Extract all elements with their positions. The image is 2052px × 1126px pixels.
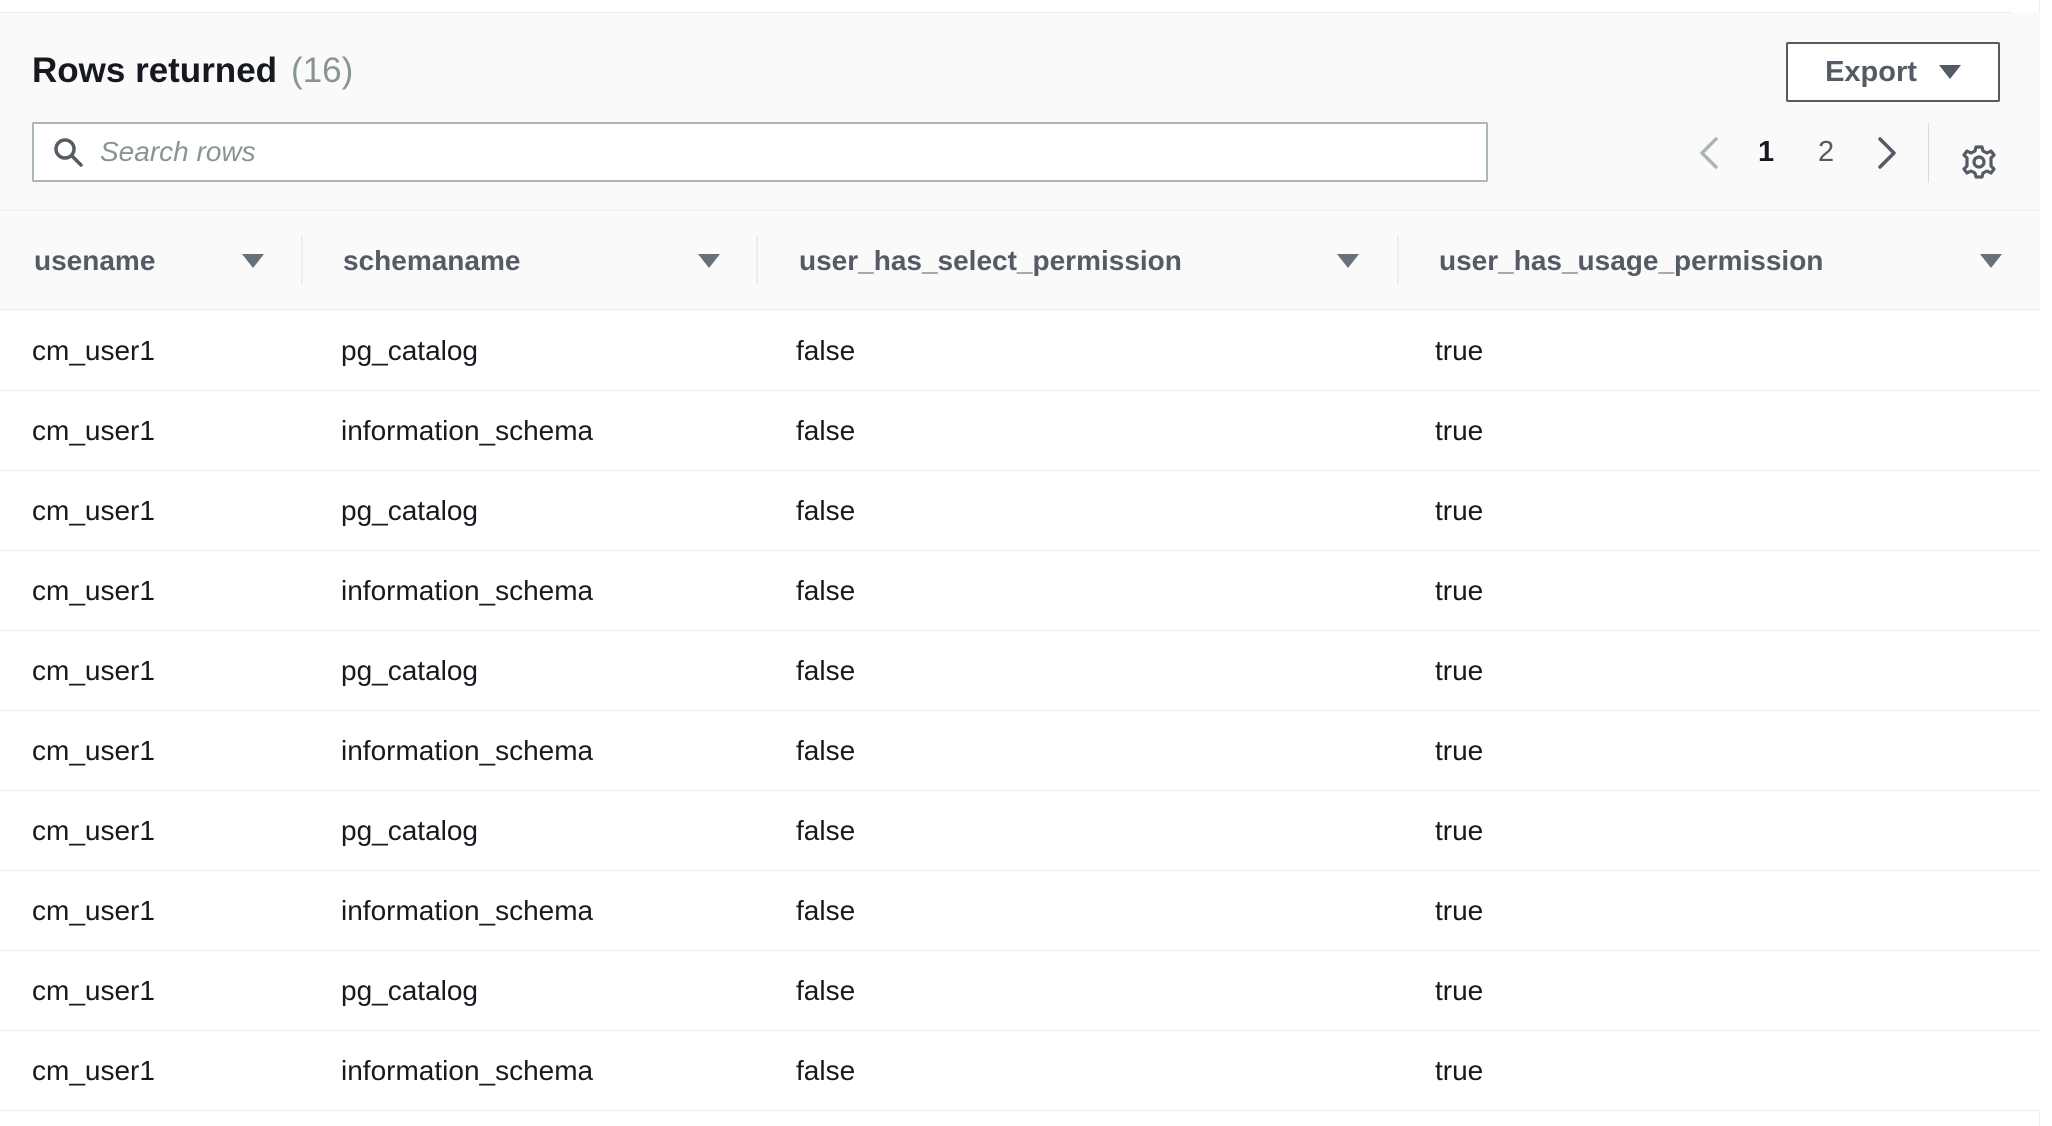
cell-usename: cm_user1 bbox=[32, 1055, 155, 1086]
page-1-button[interactable]: 1 bbox=[1758, 136, 1774, 184]
table-row[interactable]: cm_user1 information_schema false true bbox=[0, 551, 2040, 631]
column-label: user_has_usage_permission bbox=[1439, 245, 1824, 276]
export-button[interactable]: Export bbox=[1786, 42, 2000, 102]
cell-select-permission: false bbox=[796, 895, 856, 926]
column-separator[interactable] bbox=[1397, 236, 1399, 284]
cell-usage-permission: true bbox=[1435, 575, 1484, 606]
cell-usename: cm_user1 bbox=[32, 735, 155, 766]
column-label: usename bbox=[34, 245, 156, 276]
cell-select-permission: false bbox=[796, 415, 856, 446]
cell-usage-permission: true bbox=[1435, 415, 1484, 446]
cell-schemaname: pg_catalog bbox=[341, 495, 479, 526]
table-row[interactable]: cm_user1 pg_catalog false true bbox=[0, 471, 2040, 551]
cell-select-permission: false bbox=[796, 735, 856, 766]
cell-schemaname: information_schema bbox=[341, 735, 594, 766]
table-row[interactable]: cm_user1 information_schema false true bbox=[0, 391, 2040, 471]
results-header: Rows returned (16) Export 1 2 bbox=[0, 13, 2040, 211]
table-row[interactable]: cm_user1 information_schema false true bbox=[0, 1031, 2040, 1111]
table-row[interactable]: cm_user1 pg_catalog false true bbox=[0, 791, 2040, 871]
cell-select-permission: false bbox=[796, 495, 856, 526]
cell-schemaname: pg_catalog bbox=[341, 975, 479, 1006]
chevron-left-icon[interactable] bbox=[1690, 129, 1726, 177]
table-row[interactable]: cm_user1 pg_catalog false true bbox=[0, 951, 2040, 1031]
cell-usename: cm_user1 bbox=[32, 415, 155, 446]
table-row[interactable]: cm_user1 pg_catalog false true bbox=[0, 311, 2040, 391]
cell-usage-permission: true bbox=[1435, 815, 1484, 846]
cell-usage-permission: true bbox=[1435, 895, 1484, 926]
column-header-schemaname[interactable]: schemaname bbox=[343, 212, 733, 310]
results-panel: Rows returned (16) Export 1 2 bbox=[0, 0, 2040, 1126]
search-box[interactable] bbox=[32, 122, 1488, 182]
cell-usename: cm_user1 bbox=[32, 815, 155, 846]
caret-down-icon[interactable] bbox=[242, 254, 264, 268]
cell-schemaname: information_schema bbox=[341, 415, 594, 446]
cell-usename: cm_user1 bbox=[32, 575, 155, 606]
caret-down-icon[interactable] bbox=[1980, 254, 2002, 268]
cell-usename: cm_user1 bbox=[32, 495, 155, 526]
table-body: cm_user1 pg_catalog false true cm_user1 infor… bbox=[0, 311, 2040, 1111]
search-icon bbox=[54, 138, 83, 167]
table-row[interactable]: cm_user1 information_schema false true bbox=[0, 711, 2040, 791]
cell-usename: cm_user1 bbox=[32, 335, 155, 366]
cell-select-permission: false bbox=[796, 815, 856, 846]
cell-usage-permission: true bbox=[1435, 495, 1484, 526]
cell-schemaname: pg_catalog bbox=[341, 655, 479, 686]
cell-usage-permission: true bbox=[1435, 335, 1484, 366]
cell-usename: cm_user1 bbox=[32, 655, 155, 686]
caret-down-icon[interactable] bbox=[698, 254, 720, 268]
cell-schemaname: information_schema bbox=[341, 895, 594, 926]
caret-down-icon[interactable] bbox=[1337, 254, 1359, 268]
title-text: Rows returned bbox=[32, 51, 278, 90]
column-label: user_has_select_permission bbox=[799, 245, 1182, 276]
caret-down-icon bbox=[1938, 65, 1961, 79]
cell-select-permission: false bbox=[796, 575, 856, 606]
cell-schemaname: information_schema bbox=[341, 575, 594, 606]
column-header-usename[interactable]: usename bbox=[34, 212, 264, 310]
table-row[interactable]: cm_user1 pg_catalog false true bbox=[0, 631, 2040, 711]
cell-select-permission: false bbox=[796, 335, 856, 366]
column-separator[interactable] bbox=[756, 236, 758, 284]
export-label: Export bbox=[1825, 55, 1917, 88]
cell-usename: cm_user1 bbox=[32, 975, 155, 1006]
column-header-user-has-usage-permission[interactable]: user_has_usage_permission bbox=[1439, 212, 2009, 310]
cell-schemaname: pg_catalog bbox=[341, 815, 479, 846]
cell-usage-permission: true bbox=[1435, 735, 1484, 766]
cell-select-permission: false bbox=[796, 975, 856, 1006]
gear-icon[interactable] bbox=[1960, 143, 1998, 181]
cell-usage-permission: true bbox=[1435, 655, 1484, 686]
cell-usage-permission: true bbox=[1435, 975, 1484, 1006]
page-2-button[interactable]: 2 bbox=[1818, 136, 1834, 184]
column-header-user-has-select-permission[interactable]: user_has_select_permission bbox=[799, 212, 1369, 310]
column-separator[interactable] bbox=[301, 236, 303, 284]
cell-select-permission: false bbox=[796, 1055, 856, 1086]
cell-schemaname: information_schema bbox=[341, 1055, 594, 1086]
cell-usage-permission: true bbox=[1435, 1055, 1484, 1086]
page-title: Rows returned (16) bbox=[32, 51, 353, 91]
cell-usename: cm_user1 bbox=[32, 895, 155, 926]
row-count: (16) bbox=[291, 51, 354, 90]
table-row[interactable]: cm_user1 information_schema false true bbox=[0, 871, 2040, 951]
table-header: usename schemaname user_has_select_permi… bbox=[0, 212, 2040, 310]
column-label: schemaname bbox=[343, 245, 521, 276]
cell-select-permission: false bbox=[796, 655, 856, 686]
pager-divider bbox=[1928, 123, 1929, 183]
chevron-right-icon[interactable] bbox=[1870, 129, 1906, 177]
search-input[interactable] bbox=[100, 136, 1440, 168]
cell-schemaname: pg_catalog bbox=[341, 335, 479, 366]
